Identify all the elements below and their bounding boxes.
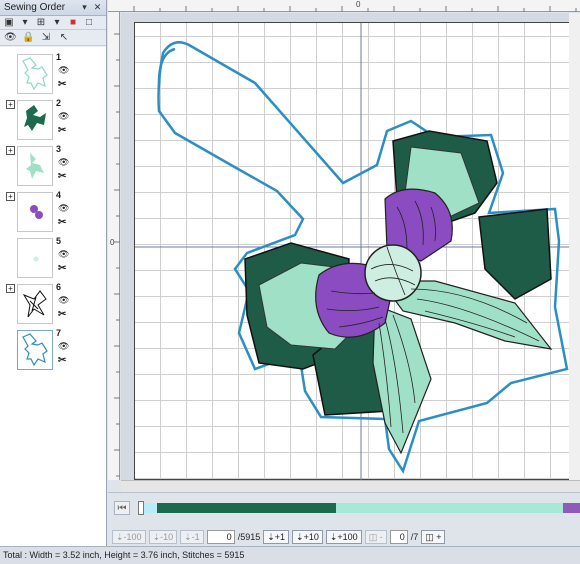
select-icon[interactable]: ⇲ [40, 32, 52, 44]
sewing-order-panel: Sewing Order ▾ ✕ ▣ ▾ ⊞ ▾ ■ □ 👁 🔒 ⇲ ↖ 1 👁… [0, 0, 107, 546]
vertical-ruler: 0 [108, 12, 120, 480]
group-icon[interactable]: ⊞ [35, 17, 47, 29]
panel-title: Sewing Order [4, 2, 66, 13]
expand-toggle[interactable]: + [6, 192, 15, 201]
step-back-10-button[interactable]: ⇣-10 [148, 530, 178, 544]
item-thumbnail [17, 330, 53, 370]
vertical-scrollbar[interactable] [569, 13, 580, 480]
item-thumbnail [17, 238, 53, 278]
mint-inner-bottom [372, 304, 432, 455]
item-number: 1 [56, 52, 62, 62]
item-number: 4 [56, 190, 62, 200]
eye-icon[interactable]: 👁 [4, 32, 17, 44]
horizontal-scrollbar[interactable] [121, 480, 580, 492]
eye-icon[interactable]: 👁 [58, 341, 69, 352]
horizontal-ruler: 0 [108, 0, 580, 12]
item-number: 2 [56, 98, 62, 108]
next-color-button[interactable]: ◫ + [421, 530, 446, 544]
color-sort-icon[interactable]: ■ [67, 17, 79, 29]
go-start-icon[interactable]: ⏮ [114, 501, 130, 515]
list-item[interactable]: + 6 👁 ✂ [0, 282, 106, 328]
eye-icon[interactable]: 👁 [58, 295, 69, 306]
eye-icon[interactable]: 👁 [58, 203, 69, 214]
pin-icon[interactable]: ▾ [79, 2, 90, 13]
item-number: 5 [56, 236, 62, 246]
item-number: 3 [56, 144, 62, 154]
center-knot [364, 244, 422, 302]
status-bar: Total : Width = 3.52 inch, Height = 3.76… [0, 546, 580, 564]
scissors-icon[interactable]: ✂ [58, 263, 66, 274]
pointer-icon[interactable]: ↖ [58, 32, 70, 44]
color-segment [335, 503, 563, 513]
embroidery-design[interactable] [135, 23, 580, 480]
scissors-icon[interactable]: ✂ [58, 309, 66, 320]
dropdown-icon[interactable]: ▾ [51, 17, 63, 29]
panel-toolbar-2: 👁 🔒 ⇲ ↖ [0, 30, 106, 46]
ruler-origin-label: 0 [356, 0, 361, 9]
step-fwd-100-button[interactable]: ⇣+100 [325, 530, 362, 544]
list-item[interactable]: + 3 👁 ✂ [0, 144, 106, 190]
color-segment [562, 503, 580, 513]
lock-icon[interactable]: 🔒 [22, 32, 34, 44]
eye-icon[interactable]: 👁 [58, 111, 69, 122]
window-icon[interactable]: □ [83, 17, 95, 29]
item-thumbnail [17, 192, 53, 232]
prev-color-button[interactable]: ◫ - [364, 530, 387, 544]
scissors-icon[interactable]: ✂ [58, 79, 66, 90]
step-back-100-button[interactable]: ⇣-100 [112, 530, 146, 544]
item-thumbnail [17, 100, 53, 140]
panel-toolbar: ▣ ▾ ⊞ ▾ ■ □ [0, 16, 106, 30]
step-fwd-1-button[interactable]: ⇣+1 [263, 530, 290, 544]
eye-icon[interactable]: 👁 [58, 65, 69, 76]
item-number: 7 [56, 328, 62, 338]
list-item[interactable]: + 4 👁 ✂ [0, 190, 106, 236]
color-sequence-track[interactable] [144, 503, 580, 513]
design-canvas[interactable] [121, 13, 580, 480]
stitch-number-field[interactable]: 0 [206, 530, 235, 544]
item-number: 6 [56, 282, 62, 292]
list-item[interactable]: 7 👁 ✂ [0, 328, 106, 374]
close-icon[interactable]: ✕ [92, 2, 103, 13]
step-fwd-10-button[interactable]: ⇣+10 [292, 530, 323, 544]
list-item[interactable]: 5 👁 ✂ [0, 236, 106, 282]
scissors-icon[interactable]: ✂ [58, 125, 66, 136]
item-thumbnail [17, 146, 53, 186]
list-item[interactable]: 1 👁 ✂ [0, 52, 106, 98]
list-item[interactable]: + 2 👁 ✂ [0, 98, 106, 144]
dark-green-wing-right [478, 208, 552, 300]
status-text: Total : Width = 3.52 inch, Height = 3.76… [3, 550, 245, 560]
color-total: /7 [410, 532, 419, 542]
color-number-field[interactable]: 0 [389, 530, 408, 544]
stitch-total: /5915 [237, 532, 261, 542]
color-segment [144, 503, 158, 513]
item-thumbnail [17, 54, 53, 94]
scissors-icon[interactable]: ✂ [58, 355, 66, 366]
step-back-1-button[interactable]: ⇣-1 [180, 530, 204, 544]
stitch-player: ⏮ ⇣-100 ⇣-10 ⇣-1 0 /5915 ⇣+1 ⇣+10 ⇣+100 … [108, 492, 580, 546]
eye-icon[interactable]: 👁 [58, 249, 69, 260]
ruler-origin-label: 0 [110, 238, 115, 247]
expand-toggle[interactable]: + [6, 146, 15, 155]
sewing-order-list: 1 👁 ✂ + 2 👁 ✂ + 3 👁 ✂ + 4 👁 ✂ 5 👁 ✂ + 6 … [0, 47, 106, 546]
expand-toggle[interactable]: + [6, 100, 15, 109]
scissors-icon[interactable]: ✂ [58, 171, 66, 182]
hoop-area[interactable] [134, 22, 580, 480]
color-segment [157, 503, 336, 513]
panel-title-bar: Sewing Order ▾ ✕ [0, 0, 106, 16]
item-thumbnail [17, 284, 53, 324]
expand-toggle[interactable]: + [6, 284, 15, 293]
view-mode-icon[interactable]: ▣ [3, 17, 15, 29]
dropdown-icon[interactable]: ▾ [19, 17, 31, 29]
scissors-icon[interactable]: ✂ [58, 217, 66, 228]
eye-icon[interactable]: 👁 [58, 157, 69, 168]
